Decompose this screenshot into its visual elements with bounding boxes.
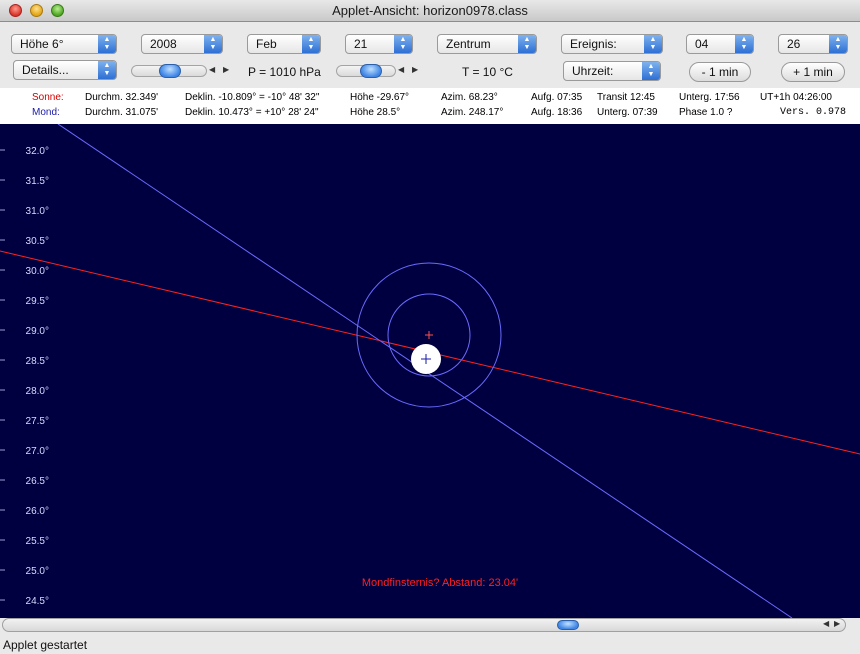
sky-canvas: 32.0° 31.5° 31.0° 30.5° 30.0° 29.5° 29.0° 28.5°… [0,124,860,618]
version-label: Vers. 0.978 [780,107,847,118]
altitude-tick-label: 24.5° [26,596,49,607]
select-arrows-icon: ▲ ▼ [642,62,660,80]
altitude-axis: 32.0° 31.5° 31.0° 30.5° 30.0° 29.5° 29.0° 28.5°… [0,146,49,607]
select-arrows-icon: ▲ ▼ [98,61,116,79]
minus-minute-button[interactable]: - 1 min [689,62,751,82]
details-select-value: Details... [22,63,69,77]
window-title: Applet-Ansicht: horizon0978.class [332,3,528,18]
sun-altitude: Höhe -29.67° [350,92,410,103]
select-arrows-icon: ▲ ▼ [518,35,536,53]
year-select-value: 2008 [150,37,177,51]
temperature-slider-thumb[interactable] [360,64,382,78]
event-select[interactable]: Ereignis: ▲ ▼ [561,34,663,54]
scrollbar-thumb[interactable] [557,620,579,630]
altitude-tick-label: 27.0° [26,446,49,457]
slider-right-arrow-icon[interactable]: ▶ [412,65,418,74]
hour-select-value: 04 [695,37,709,51]
plus-minute-button[interactable]: + 1 min [781,62,845,82]
slider-left-arrow-icon[interactable]: ◀ [209,65,215,74]
moon-label: Mond: [32,107,60,118]
month-select[interactable]: Feb ▲ ▼ [247,34,321,54]
altitude-select-value: Höhe 6° [20,37,64,51]
moon-rise: Aufg. 18:36 [531,107,583,118]
pressure-label: P = 1010 hPa [248,65,321,79]
moon-azimuth: Azim. 248.17° [441,107,504,118]
details-select[interactable]: Details... ▲ ▼ [13,60,117,80]
select-arrows-icon: ▲ ▼ [204,35,222,53]
altitude-tick-label: 29.0° [26,326,49,337]
sun-azimuth: Azim. 68.23° [441,92,498,103]
select-arrows-icon: ▲ ▼ [829,35,847,53]
mode-select-value: Zentrum [446,37,491,51]
pressure-slider-thumb[interactable] [159,64,181,78]
altitude-tick-label: 28.5° [26,356,49,367]
sun-label: Sonne: [32,92,64,103]
ut-time: UT+1h 04:26:00 [760,92,832,103]
time-select[interactable]: Uhrzeit: ▲ ▼ [563,61,661,81]
sun-transit: Transit 12:45 [597,92,655,103]
sun-declination: Deklin. -10.809° = -10° 48' 32" [185,92,320,103]
moon-set: Unterg. 07:39 [597,107,658,118]
year-select[interactable]: 2008 ▲ ▼ [141,34,223,54]
time-select-value: Uhrzeit: [572,64,614,78]
select-arrows-icon: ▲ ▼ [302,35,320,53]
pressure-slider[interactable]: ◀ ▶ [131,63,237,79]
altitude-select[interactable]: Höhe 6° ▲ ▼ [11,34,117,54]
scroll-left-arrow-icon[interactable]: ◀ [823,619,829,628]
day-select-value: 21 [354,37,368,51]
sun-rise: Aufg. 07:35 [531,92,583,103]
moon-phase: Phase 1.0 ? [679,107,733,118]
mode-select[interactable]: Zentrum ▲ ▼ [437,34,537,54]
altitude-tick-label: 32.0° [26,146,49,157]
temperature-label: T = 10 °C [462,65,513,79]
moon-altitude: Höhe 28.5° [350,107,401,118]
ephemeris-panel: Sonne: Durchm. 32.349' Deklin. -10.809° … [0,88,860,124]
altitude-tick-label: 26.0° [26,506,49,517]
select-arrows-icon: ▲ ▼ [644,35,662,53]
altitude-tick-label: 27.5° [26,416,49,427]
control-panel: Höhe 6° ▲ ▼ 2008 ▲ ▼ Feb ▲ ▼ 21 ▲ ▼ Zentrum … [0,22,860,88]
altitude-tick-label: 30.0° [26,266,49,277]
slider-right-arrow-icon[interactable]: ▶ [223,65,229,74]
temperature-slider[interactable]: ◀ ▶ [336,63,426,79]
status-bar: Applet gestartet [0,635,860,654]
minute-select-value: 26 [787,37,801,51]
event-select-value: Ereignis: [570,37,617,51]
altitude-tick-label: 30.5° [26,236,49,247]
sky-view[interactable]: 32.0° 31.5° 31.0° 30.5° 30.0° 29.5° 29.0° 28.5°… [0,124,860,618]
altitude-tick-label: 28.0° [26,386,49,397]
scroll-right-arrow-icon[interactable]: ▶ [834,619,840,628]
slider-left-arrow-icon[interactable]: ◀ [398,65,404,74]
altitude-tick-label: 31.5° [26,176,49,187]
altitude-tick-label: 29.5° [26,296,49,307]
minute-select[interactable]: 26 ▲ ▼ [778,34,848,54]
title-bar: Applet-Ansicht: horizon0978.class [0,0,860,22]
select-arrows-icon: ▲ ▼ [735,35,753,53]
moon-diameter: Durchm. 31.075' [85,107,159,118]
sun-set: Unterg. 17:56 [679,92,740,103]
sun-diameter: Durchm. 32.349' [85,92,159,103]
eclipse-distance-text: Mondfinsternis? Abstand: 23.04' [362,577,518,589]
altitude-tick-label: 25.5° [26,536,49,547]
select-arrows-icon: ▲ ▼ [98,35,116,53]
altitude-tick-label: 26.5° [26,476,49,487]
altitude-tick-label: 31.0° [26,206,49,217]
altitude-tick-label: 25.0° [26,566,49,577]
month-select-value: Feb [256,37,277,51]
day-select[interactable]: 21 ▲ ▼ [345,34,413,54]
horizontal-scrollbar[interactable]: ◀ ▶ [2,618,846,632]
select-arrows-icon: ▲ ▼ [394,35,412,53]
hour-select[interactable]: 04 ▲ ▼ [686,34,754,54]
moon-declination: Deklin. 10.473° = +10° 28' 24" [185,107,319,118]
